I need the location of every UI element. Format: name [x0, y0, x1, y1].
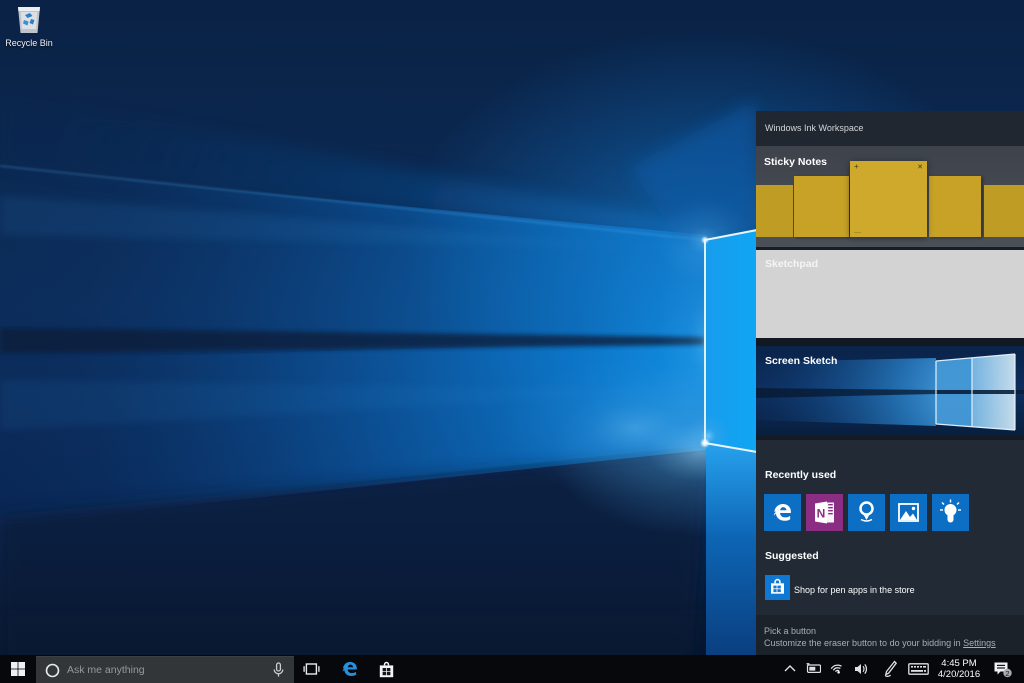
svg-text:2: 2	[1005, 669, 1009, 678]
svg-text:N: N	[817, 507, 826, 521]
